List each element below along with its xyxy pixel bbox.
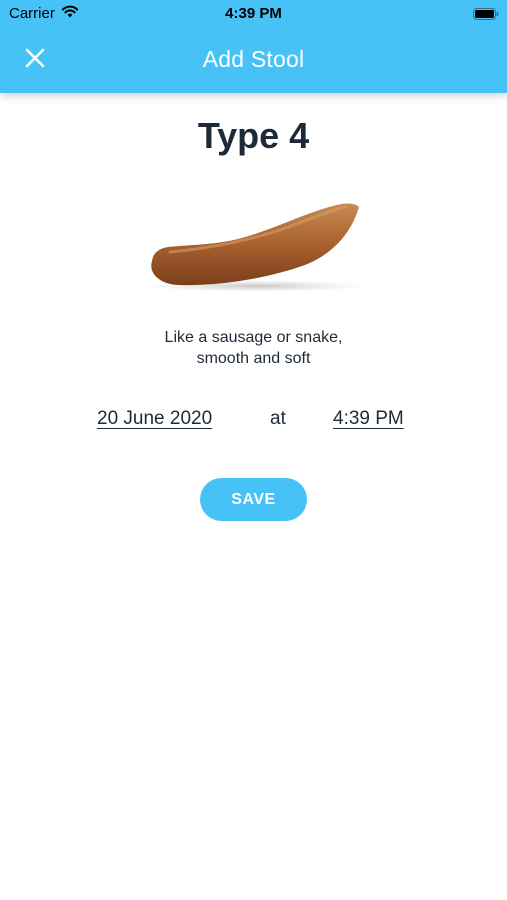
app-header: Carrier 4:39 PM Add Stool — [0, 0, 507, 93]
page-title: Add Stool — [202, 46, 305, 72]
time-picker[interactable]: 4:39 PM — [333, 408, 404, 430]
description-line-2: smooth and soft — [196, 350, 311, 367]
datetime-row: 20 June 2020 at 4:39 PM — [0, 408, 507, 434]
battery-icon — [473, 7, 499, 20]
at-label: at — [270, 408, 286, 429]
date-picker[interactable]: 20 June 2020 — [97, 408, 212, 430]
status-time: 4:39 PM — [225, 5, 282, 22]
stool-type-title: Type 4 — [197, 115, 310, 156]
save-button[interactable]: SAVE — [200, 478, 307, 521]
stool-type-illustration — [140, 197, 368, 301]
description-line-1: Like a sausage or snake, — [164, 329, 343, 346]
navigation-bar: Add Stool — [0, 36, 507, 84]
status-bar: Carrier 4:39 PM — [0, 0, 507, 28]
stool-description: Like a sausage or snake, smooth and soft — [0, 327, 507, 369]
main-content: Type 4 Like a sausage or snake, smooth a… — [0, 93, 507, 900]
